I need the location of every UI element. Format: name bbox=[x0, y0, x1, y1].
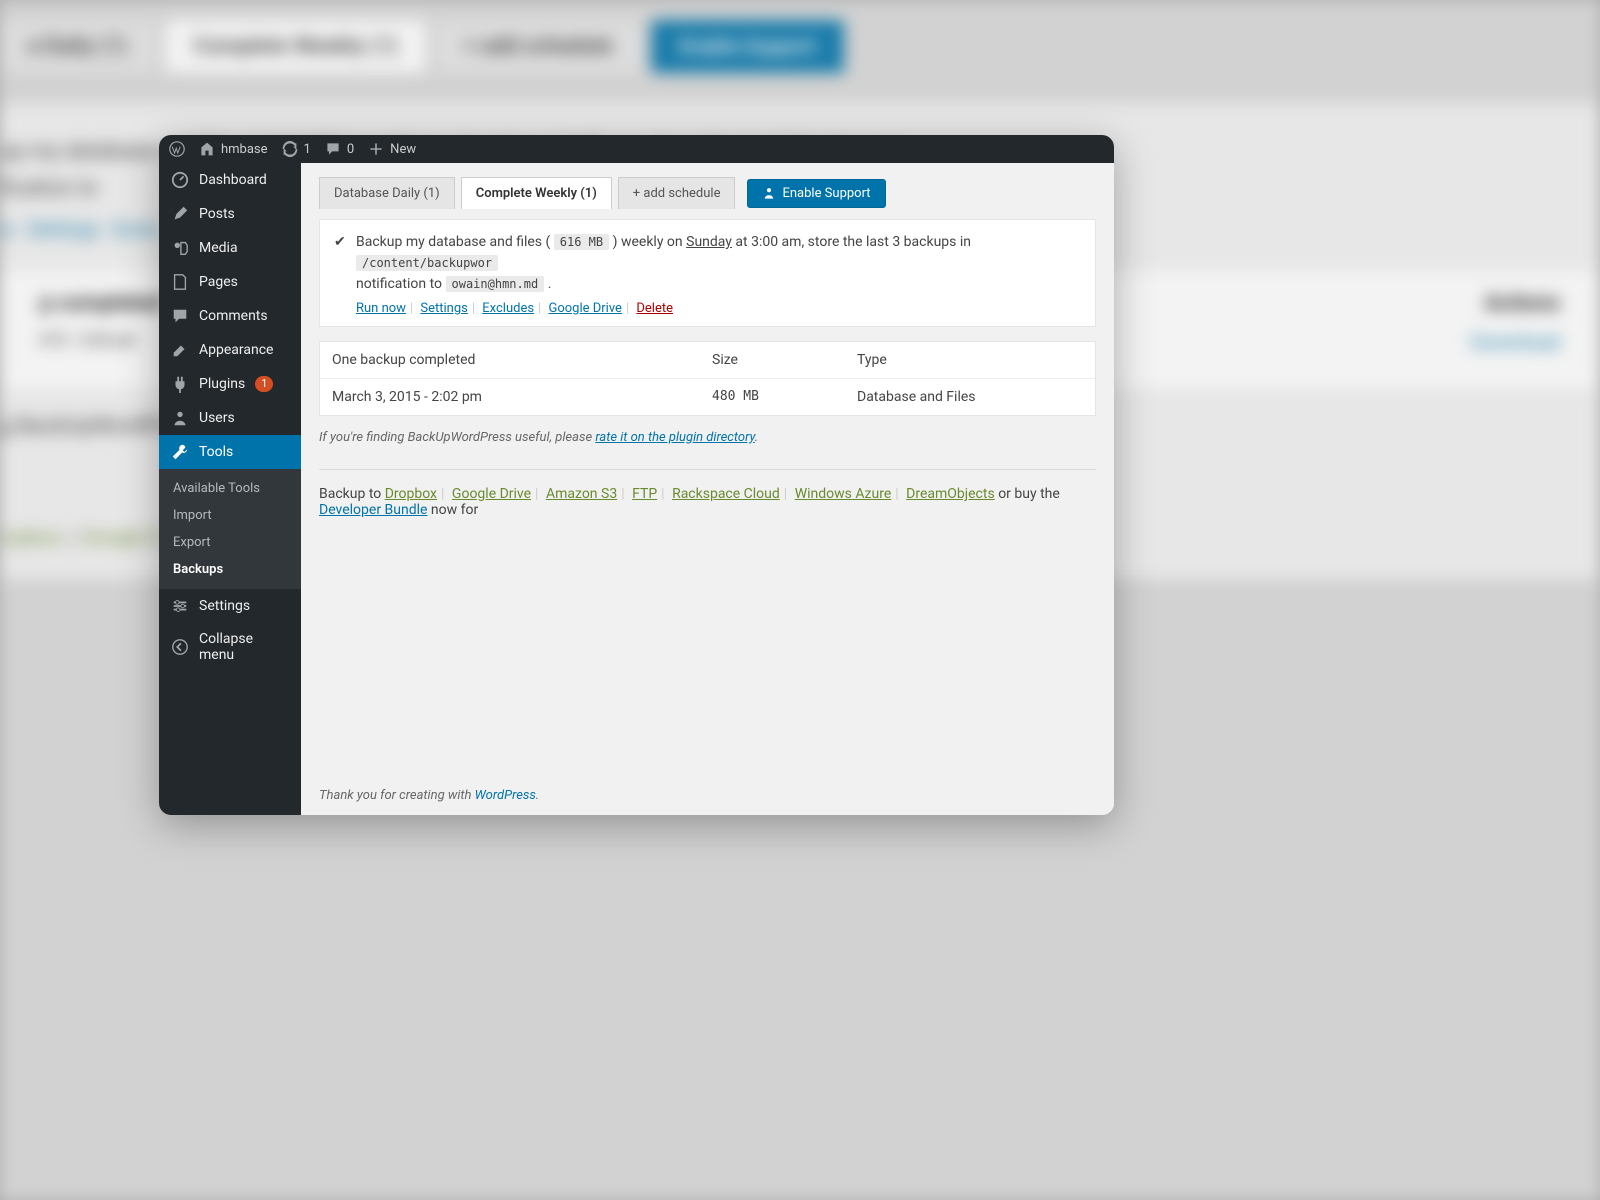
menu-plugins[interactable]: Plugins 1 bbox=[159, 367, 301, 401]
settings-link[interactable]: Settings bbox=[420, 301, 467, 316]
check-icon: ✔ bbox=[334, 234, 346, 250]
rate-plugin-link[interactable]: rate it on the plugin directory bbox=[595, 430, 754, 445]
new-content-link[interactable]: New bbox=[368, 141, 416, 157]
new-label: New bbox=[390, 142, 416, 157]
tab-database-daily[interactable]: Database Daily (1) bbox=[319, 177, 455, 209]
backup-size: 616 MB bbox=[554, 234, 609, 250]
menu-media[interactable]: Media bbox=[159, 231, 301, 265]
td-type: Database and Files bbox=[857, 389, 1083, 405]
td-date: March 3, 2015 - 2:02 pm bbox=[332, 389, 712, 405]
excludes-link[interactable]: Excludes bbox=[482, 301, 534, 316]
menu-pages[interactable]: Pages bbox=[159, 265, 301, 299]
dest-rackspace[interactable]: Rackspace Cloud bbox=[672, 486, 780, 502]
updates-count: 1 bbox=[304, 142, 311, 157]
menu-label: Tools bbox=[199, 444, 233, 460]
schedule-day: Sunday bbox=[686, 234, 732, 250]
schedule-description: Backup my database and files ( 616 MB ) … bbox=[356, 232, 1079, 295]
td-size: 480 MB bbox=[712, 389, 857, 405]
tab-add-schedule[interactable]: + add schedule bbox=[618, 177, 736, 209]
wordpress-link[interactable]: WordPress bbox=[475, 788, 536, 803]
support-icon bbox=[762, 186, 776, 200]
comments-link[interactable]: 0 bbox=[325, 141, 354, 157]
dest-ftp[interactable]: FTP bbox=[632, 486, 657, 502]
sub-export[interactable]: Export bbox=[159, 529, 301, 556]
google-drive-link[interactable]: Google Drive bbox=[548, 301, 621, 316]
dest-azure[interactable]: Windows Azure bbox=[795, 486, 892, 502]
schedule-panel: ✔ Backup my database and files ( 616 MB … bbox=[319, 219, 1096, 327]
dest-dropbox[interactable]: Dropbox bbox=[385, 486, 437, 502]
site-name-label: hmbase bbox=[221, 142, 268, 157]
menu-comments[interactable]: Comments bbox=[159, 299, 301, 333]
sub-available-tools[interactable]: Available Tools bbox=[159, 475, 301, 502]
backup-path: /content/backupwor bbox=[356, 255, 498, 271]
bg-tab: e Daily (1) bbox=[0, 20, 155, 73]
wp-logo-icon[interactable] bbox=[169, 141, 185, 157]
button-label: Enable Support bbox=[782, 186, 870, 201]
table-header: One backup completed Size Type bbox=[320, 342, 1095, 379]
delete-link[interactable]: Delete bbox=[636, 301, 673, 316]
menu-label: Users bbox=[199, 410, 235, 426]
divider bbox=[319, 469, 1096, 470]
plugins-badge: 1 bbox=[255, 376, 273, 392]
menu-users[interactable]: Users bbox=[159, 401, 301, 435]
table-row: March 3, 2015 - 2:02 pm 480 MB Database … bbox=[320, 379, 1095, 415]
menu-label: Comments bbox=[199, 308, 268, 324]
menu-label: Collapse menu bbox=[199, 631, 289, 663]
run-now-link[interactable]: Run now bbox=[356, 301, 406, 316]
menu-appearance[interactable]: Appearance bbox=[159, 333, 301, 367]
th-size: Size bbox=[712, 352, 857, 368]
footer-credit: Thank you for creating with WordPress. bbox=[319, 788, 539, 803]
menu-dashboard[interactable]: Dashboard bbox=[159, 163, 301, 197]
menu-label: Posts bbox=[199, 206, 235, 222]
backups-table: One backup completed Size Type March 3, … bbox=[319, 341, 1096, 416]
menu-label: Appearance bbox=[199, 342, 273, 358]
enable-support-button[interactable]: Enable Support bbox=[747, 179, 885, 208]
comments-count: 0 bbox=[347, 142, 354, 157]
rating-hint: If you're finding BackUpWordPress useful… bbox=[319, 430, 1096, 445]
dest-dreamobjects[interactable]: DreamObjects bbox=[906, 486, 995, 502]
menu-label: Settings bbox=[199, 598, 250, 614]
tab-complete-weekly[interactable]: Complete Weekly (1) bbox=[461, 177, 612, 209]
menu-label: Plugins bbox=[199, 376, 245, 392]
bg-tab: Complete Weekly (1) bbox=[165, 20, 426, 73]
bg-tab: + add schedule bbox=[436, 20, 641, 73]
backup-destinations: Backup to Dropbox| Google Drive| Amazon … bbox=[319, 486, 1096, 518]
th-type: Type bbox=[857, 352, 1083, 368]
tools-submenu: Available Tools Import Export Backups bbox=[159, 469, 301, 589]
menu-label: Dashboard bbox=[199, 172, 267, 188]
notification-email: owain@hmn.md bbox=[446, 276, 545, 292]
dest-google-drive[interactable]: Google Drive bbox=[452, 486, 531, 502]
site-name[interactable]: hmbase bbox=[199, 141, 268, 157]
dest-amazon-s3[interactable]: Amazon S3 bbox=[546, 486, 617, 502]
sub-import[interactable]: Import bbox=[159, 502, 301, 529]
admin-sidebar: Dashboard Posts Media Pages Comments App… bbox=[159, 163, 301, 815]
bg-btn: Enable Support bbox=[651, 20, 844, 73]
sub-backups[interactable]: Backups bbox=[159, 556, 301, 583]
menu-label: Media bbox=[199, 240, 238, 256]
menu-label: Pages bbox=[199, 274, 238, 290]
menu-tools[interactable]: Tools bbox=[159, 435, 301, 469]
main-content: Database Daily (1) Complete Weekly (1) +… bbox=[301, 163, 1114, 815]
admin-bar: hmbase 1 0 New bbox=[159, 135, 1114, 163]
updates-link[interactable]: 1 bbox=[282, 141, 311, 157]
wp-admin-window: hmbase 1 0 New Dashboard Posts Media bbox=[159, 135, 1114, 815]
schedule-actions: Run now| Settings| Excludes| Google Driv… bbox=[356, 301, 1079, 316]
collapse-menu[interactable]: Collapse menu bbox=[159, 623, 301, 671]
menu-posts[interactable]: Posts bbox=[159, 197, 301, 231]
menu-settings[interactable]: Settings bbox=[159, 589, 301, 623]
developer-bundle-link[interactable]: Developer Bundle bbox=[319, 502, 427, 518]
th-completed: One backup completed bbox=[332, 352, 712, 368]
schedule-tabs: Database Daily (1) Complete Weekly (1) +… bbox=[319, 177, 1096, 209]
